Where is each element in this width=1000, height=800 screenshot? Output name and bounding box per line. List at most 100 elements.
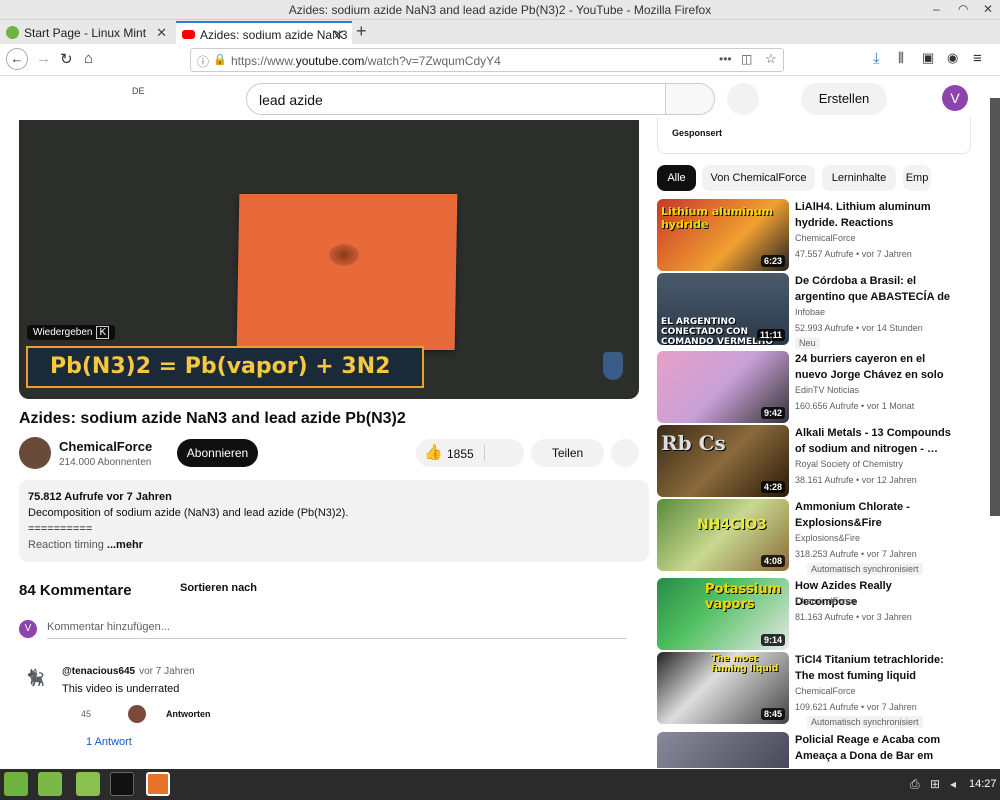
more-actions-button[interactable] xyxy=(611,439,639,467)
terminal-icon[interactable] xyxy=(110,772,134,796)
account-icon[interactable]: ◉ xyxy=(947,50,958,66)
volume-icon[interactable]: ◂ xyxy=(950,777,956,791)
subscriber-count: 214.000 Abonnenten xyxy=(59,457,152,468)
recommended-video[interactable]: EL ARGENTINO CONECTADO CON COMANDO VERME… xyxy=(657,273,987,349)
mint-menu-icon[interactable] xyxy=(4,772,28,796)
tab-start-page[interactable]: Start Page - Linux Mint ✕ xyxy=(0,21,175,44)
video-thumbnail[interactable]: Potassium vapors 9:14 xyxy=(657,578,789,650)
minimize-icon[interactable]: – xyxy=(933,2,940,16)
info-icon[interactable]: ⓘ xyxy=(197,53,209,70)
description-line: Decomposition of sodium azide (NaN3) and… xyxy=(28,507,349,519)
account-avatar[interactable]: V xyxy=(942,85,968,111)
rec-channel[interactable]: ChemicalForce xyxy=(795,233,856,243)
rec-channel[interactable]: ChemicalForce xyxy=(795,686,856,696)
show-desktop-icon[interactable] xyxy=(38,772,62,796)
pocket-icon[interactable]: ◫ xyxy=(741,52,752,66)
library-icon[interactable]: ⫼ xyxy=(898,50,904,66)
video-thumbnail[interactable]: 9:42 xyxy=(657,351,789,423)
reload-icon[interactable]: ↻ xyxy=(60,50,73,68)
chip-from-channel[interactable]: Von ChemicalForce xyxy=(702,165,815,191)
tab-youtube[interactable]: Azides: sodium azide NaN3 ✕ xyxy=(176,21,352,44)
maximize-icon[interactable]: ◠ xyxy=(958,2,968,16)
channel-avatar[interactable] xyxy=(19,437,51,469)
rec-title[interactable]: Alkali Metals - 13 Compounds of sodium a… xyxy=(795,425,951,457)
rec-title[interactable]: Ammonium Chlorate - Explosions&Fire xyxy=(795,499,951,531)
channel-name[interactable]: ChemicalForce xyxy=(59,439,152,454)
comment-author[interactable]: @tenacious645 vor 7 Jahren xyxy=(62,666,195,677)
tab-label: Azides: sodium azide NaN3 xyxy=(200,28,348,42)
sort-comments-button[interactable]: Sortieren nach xyxy=(180,582,257,594)
lock-icon[interactable]: 🔒 xyxy=(213,53,227,66)
video-thumbnail[interactable]: The most fuming liquid 8:45 xyxy=(657,652,789,724)
subscribe-button[interactable]: Abonnieren xyxy=(177,439,258,467)
video-thumbnail[interactable] xyxy=(657,732,789,768)
rec-title[interactable]: TiCl4 Titanium tetrachloride: The most f… xyxy=(795,652,951,684)
video-thumbnail[interactable]: EL ARGENTINO CONECTADO CON COMANDO VERME… xyxy=(657,273,789,345)
chip-all[interactable]: Alle xyxy=(657,165,696,191)
forward-icon[interactable]: → xyxy=(36,50,51,67)
new-tab-icon[interactable]: + xyxy=(356,21,367,42)
view-replies-button[interactable]: 1 Antwort xyxy=(86,736,132,748)
url-bar[interactable]: ⓘ 🔒 https://www.youtube.com/watch?v=7Zwq… xyxy=(190,48,784,72)
video-duration: 9:42 xyxy=(760,407,785,419)
chip-recommended[interactable]: Emp xyxy=(903,165,931,191)
comment-username[interactable]: @tenacious645 xyxy=(62,666,135,677)
rec-meta: 318.253 Aufrufe • vor 7 Jahren xyxy=(795,549,917,559)
voice-search-button[interactable] xyxy=(727,83,759,115)
create-button[interactable]: Erstellen xyxy=(801,83,887,115)
files-icon[interactable] xyxy=(76,772,100,796)
video-duration: 4:28 xyxy=(760,481,785,493)
printer-icon[interactable]: ⎙ xyxy=(910,777,920,792)
rec-channel[interactable]: Royal Society of Chemistry xyxy=(795,459,903,469)
like-button[interactable]: 👍 1855 xyxy=(416,439,524,467)
page-scrollbar[interactable] xyxy=(990,98,1000,516)
share-button[interactable]: Teilen xyxy=(531,439,604,467)
url-text[interactable]: https://www.youtube.com/watch?v=7ZwqumCd… xyxy=(231,54,501,68)
rec-title[interactable]: LiAlH4. Lithium aluminum hydride. Reacti… xyxy=(795,199,951,231)
show-more-link[interactable]: ...mehr xyxy=(107,539,143,551)
page-actions-icon[interactable]: ••• xyxy=(719,52,732,66)
recommended-video[interactable]: Rb Cs 4:28 Alkali Metals - 13 Compounds o… xyxy=(657,425,987,497)
clock[interactable]: 14:27 xyxy=(969,778,997,790)
replay-key: K xyxy=(96,326,110,339)
chip-learning[interactable]: Lerninhalte xyxy=(822,165,896,191)
recommended-video[interactable]: Policial Reage e Acaba com Ameaça a Dona… xyxy=(657,732,987,768)
sidebar-icon[interactable]: ▣ xyxy=(922,50,934,66)
channel-watermark[interactable] xyxy=(603,352,623,380)
network-icon[interactable]: ⊞ xyxy=(930,777,940,791)
rec-channel[interactable]: Explosions&Fire xyxy=(795,533,860,543)
close-window-icon[interactable]: ✕ xyxy=(983,2,993,16)
recommended-video[interactable]: The most fuming liquid 8:45 TiCl4 Titaniu… xyxy=(657,652,987,728)
recommended-video[interactable]: 9:42 24 burriers cayeron en el nuevo Jor… xyxy=(657,351,987,423)
reply-button[interactable]: Antworten xyxy=(166,709,211,719)
firefox-icon[interactable] xyxy=(146,772,170,796)
bookmark-star-icon[interactable]: ☆ xyxy=(765,51,777,67)
rec-title[interactable]: De Córdoba a Brasil: el argentino que AB… xyxy=(795,273,951,305)
recommended-video[interactable]: Potassium vapors 9:14 How Azides Really D… xyxy=(657,578,987,650)
view-stats: 75.812 Aufrufe vor 7 Jahren xyxy=(28,491,172,503)
rec-channel[interactable]: Infobae xyxy=(795,307,825,317)
close-tab-icon[interactable]: ✕ xyxy=(333,27,344,43)
recommended-video[interactable]: Lithium aluminum hydride 6:23 LiAlH4. Lit… xyxy=(657,199,987,271)
rec-title[interactable]: 24 burriers cayeron en el nuevo Jorge Ch… xyxy=(795,351,951,383)
search-button[interactable] xyxy=(665,83,715,115)
comment-input[interactable]: Kommentar hinzufügen... xyxy=(47,621,627,639)
video-thumbnail[interactable]: Rb Cs 4:28 xyxy=(657,425,789,497)
rec-channel[interactable]: ChemicalForce xyxy=(795,596,856,606)
menu-icon[interactable]: ≡ xyxy=(973,50,982,67)
commenter-avatar[interactable]: 🐈‍⬛ xyxy=(25,668,51,694)
rec-meta: 81.163 Aufrufe • vor 3 Jahren xyxy=(795,612,912,622)
video-player[interactable]: Wiedergeben K Pb(N3)2 = Pb(vapor) + 3N2 xyxy=(19,120,639,399)
close-tab-icon[interactable]: ✕ xyxy=(156,25,167,41)
home-icon[interactable]: ⌂ xyxy=(84,50,93,67)
description-box[interactable]: 75.812 Aufrufe vor 7 Jahren Decompositio… xyxy=(19,480,649,562)
thumbnail-text: NH4ClO3 xyxy=(697,517,767,533)
search-input[interactable]: lead azide xyxy=(246,83,666,115)
recommended-video[interactable]: NH4ClO3 4:08 Ammonium Chlorate - Explosio… xyxy=(657,499,987,575)
rec-channel[interactable]: EdinTV Noticias xyxy=(795,385,859,395)
video-thumbnail[interactable]: NH4ClO3 4:08 xyxy=(657,499,789,571)
download-icon[interactable]: ⤓ xyxy=(873,50,880,67)
rec-title[interactable]: Policial Reage e Acaba com Ameaça a Dona… xyxy=(795,732,951,764)
video-thumbnail[interactable]: Lithium aluminum hydride 6:23 xyxy=(657,199,789,271)
back-icon[interactable]: ← xyxy=(6,48,28,70)
